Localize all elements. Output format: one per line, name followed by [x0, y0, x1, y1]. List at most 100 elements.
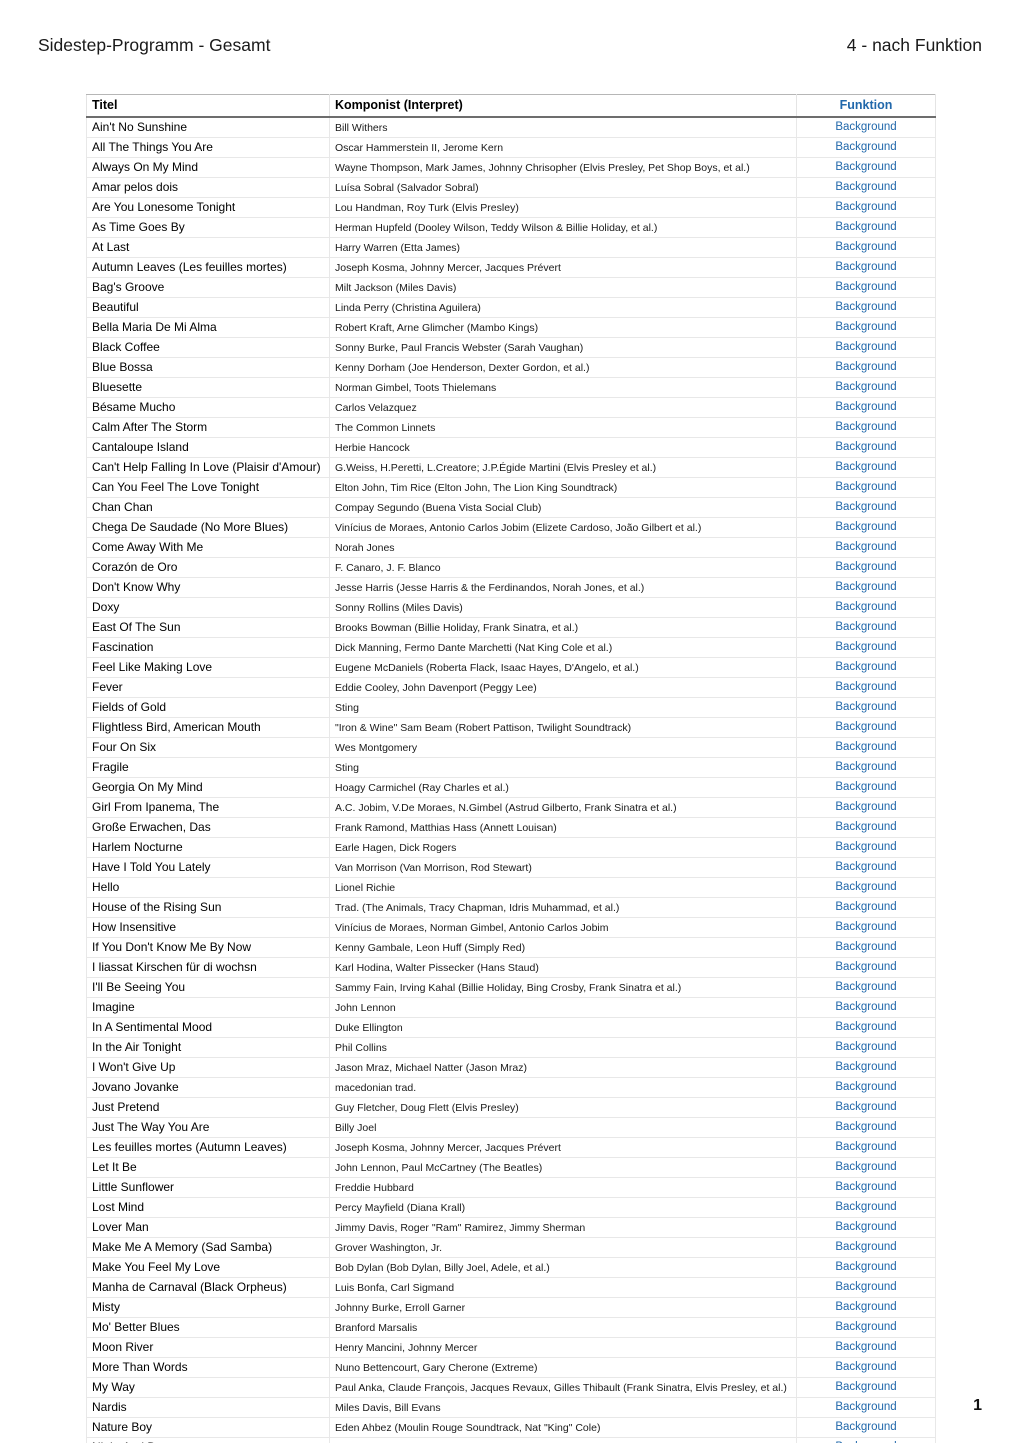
cell-funktion[interactable]: Background — [796, 1017, 936, 1038]
cell-funktion[interactable]: Background — [796, 937, 936, 958]
cell-funktion[interactable]: Background — [796, 237, 936, 258]
table-row[interactable]: Jovano Jovanke macedonian trad. Background — [86, 1077, 936, 1098]
table-row[interactable]: In A Sentimental Mood Duke Ellington Backg… — [86, 1017, 936, 1038]
table-row[interactable]: Misty Johnny Burke, Erroll Garner Backgrou… — [86, 1297, 936, 1318]
table-row[interactable]: How Insensitive Vinícius de Moraes, Norma… — [86, 917, 936, 938]
cell-funktion[interactable]: Background — [796, 817, 936, 838]
table-row[interactable]: Make You Feel My Love Bob Dylan (Bob Dyla… — [86, 1257, 936, 1278]
cell-funktion[interactable]: Background — [796, 777, 936, 798]
table-row[interactable]: Just Pretend Guy Fletcher, Doug Flett (El… — [86, 1097, 936, 1118]
column-header-komponist[interactable]: Komponist (Interpret) — [329, 94, 797, 118]
cell-funktion[interactable]: Background — [796, 197, 936, 218]
cell-funktion[interactable]: Background — [796, 857, 936, 878]
table-row[interactable]: Come Away With Me Norah Jones Background — [86, 537, 936, 558]
table-row[interactable]: All The Things You Are Oscar Hammerstein … — [86, 137, 936, 158]
cell-funktion[interactable]: Background — [796, 117, 936, 138]
table-row[interactable]: At Last Harry Warren (Etta James) Backgrou… — [86, 237, 936, 258]
table-row[interactable]: If You Don't Know Me By Now Kenny Gambale… — [86, 937, 936, 958]
cell-funktion[interactable]: Background — [796, 557, 936, 578]
cell-funktion[interactable]: Background — [796, 637, 936, 658]
cell-funktion[interactable]: Background — [796, 337, 936, 358]
table-row[interactable]: Girl From Ipanema, The A.C. Jobim, V.De M… — [86, 797, 936, 818]
cell-funktion[interactable]: Background — [796, 1397, 936, 1418]
table-row[interactable]: Calm After The Storm The Common Linnets Ba… — [86, 417, 936, 438]
table-row[interactable]: Can You Feel The Love Tonight Elton John,… — [86, 477, 936, 498]
table-row[interactable]: Große Erwachen, Das Frank Ramond, Matthia… — [86, 817, 936, 838]
cell-funktion[interactable]: Background — [796, 277, 936, 298]
cell-funktion[interactable]: Background — [796, 1257, 936, 1278]
cell-funktion[interactable]: Background — [796, 497, 936, 518]
table-row[interactable]: Chega De Saudade (No More Blues) Vinícius… — [86, 517, 936, 538]
cell-funktion[interactable]: Background — [796, 917, 936, 938]
cell-funktion[interactable]: Background — [796, 1157, 936, 1178]
cell-funktion[interactable]: Background — [796, 457, 936, 478]
cell-funktion[interactable]: Background — [796, 517, 936, 538]
table-row[interactable]: Make Me A Memory (Sad Samba) Grover Washi… — [86, 1237, 936, 1258]
table-row[interactable]: Cantaloupe Island Herbie Hancock Backgroun… — [86, 437, 936, 458]
cell-funktion[interactable]: Background — [796, 1337, 936, 1358]
column-header-funktion[interactable]: Funktion — [796, 94, 936, 118]
table-row[interactable]: Nardis Miles Davis, Bill Evans Background — [86, 1397, 936, 1418]
cell-funktion[interactable]: Background — [796, 1317, 936, 1338]
table-row[interactable]: Hello Lionel Richie Background — [86, 877, 936, 898]
cell-funktion[interactable]: Background — [796, 257, 936, 278]
cell-funktion[interactable]: Background — [796, 177, 936, 198]
table-row[interactable]: Night And DayCole PorterBackground — [86, 1437, 936, 1443]
cell-funktion[interactable]: Background — [796, 357, 936, 378]
table-row[interactable]: Are You Lonesome Tonight Lou Handman, Roy… — [86, 197, 936, 218]
table-row[interactable]: Black Coffee Sonny Burke, Paul Francis We… — [86, 337, 936, 358]
table-row[interactable]: Don't Know Why Jesse Harris (Jesse Harris… — [86, 577, 936, 598]
cell-funktion[interactable]: Background — [796, 437, 936, 458]
cell-funktion[interactable]: Background — [796, 1097, 936, 1118]
table-row[interactable]: I Won't Give Up Jason Mraz, Michael Natte… — [86, 1057, 936, 1078]
cell-funktion[interactable]: Background — [796, 397, 936, 418]
table-row[interactable]: Ain't No Sunshine Bill Withers Background — [86, 117, 936, 138]
cell-funktion[interactable]: Background — [796, 1417, 936, 1438]
cell-funktion[interactable]: Background — [796, 157, 936, 178]
cell-funktion[interactable]: Background — [796, 1377, 936, 1398]
table-row[interactable]: In the Air Tonight Phil Collins Background — [86, 1037, 936, 1058]
cell-funktion[interactable]: Background — [796, 1077, 936, 1098]
cell-funktion[interactable]: Background — [796, 717, 936, 738]
table-row[interactable]: Doxy Sonny Rollins (Miles Davis) Backgroun… — [86, 597, 936, 618]
table-row[interactable]: Corazón de Oro F. Canaro, J. F. Blanco Bac… — [86, 557, 936, 578]
cell-funktion[interactable]: Background — [796, 1037, 936, 1058]
table-row[interactable]: Amar pelos dois Luísa Sobral (Salvador So… — [86, 177, 936, 198]
cell-funktion[interactable]: Background — [796, 1297, 936, 1318]
cell-funktion[interactable]: Background — [796, 957, 936, 978]
table-row[interactable]: Bella Maria De Mi Alma Robert Kraft, Arne… — [86, 317, 936, 338]
cell-funktion[interactable]: Background — [796, 537, 936, 558]
table-row[interactable]: I'll Be Seeing You Sammy Fain, Irving Kah… — [86, 977, 936, 998]
table-row[interactable]: Let It Be John Lennon, Paul McCartney (Th… — [86, 1157, 936, 1178]
cell-funktion[interactable]: Background — [796, 1197, 936, 1218]
table-row[interactable]: Four On Six Wes Montgomery Background — [86, 737, 936, 758]
table-row[interactable]: Chan Chan Compay Segundo (Buena Vista Soc… — [86, 497, 936, 518]
table-row[interactable]: Bag's Groove Milt Jackson (Miles Davis) Ba… — [86, 277, 936, 298]
table-row[interactable]: Lost Mind Percy Mayfield (Diana Krall) Bac… — [86, 1197, 936, 1218]
table-row[interactable]: Fever Eddie Cooley, John Davenport (Peggy… — [86, 677, 936, 698]
cell-funktion[interactable]: Background — [796, 1237, 936, 1258]
table-row[interactable]: My Way Paul Anka, Claude François, Jacque… — [86, 1377, 936, 1398]
table-row[interactable]: Imagine John Lennon Background — [86, 997, 936, 1018]
cell-funktion[interactable]: Background — [796, 797, 936, 818]
table-row[interactable]: Beautiful Linda Perry (Christina Aguilera… — [86, 297, 936, 318]
table-row[interactable]: I liassat Kirschen für di wochsn Karl Hod… — [86, 957, 936, 978]
table-row[interactable]: Les feuilles mortes (Autumn Leaves) Josep… — [86, 1137, 936, 1158]
cell-funktion[interactable]: Background — [796, 477, 936, 498]
table-row[interactable]: Harlem Nocturne Earle Hagen, Dick Rogers B… — [86, 837, 936, 858]
cell-funktion[interactable]: Background — [796, 1437, 936, 1443]
table-row[interactable]: Lover Man Jimmy Davis, Roger "Ram" Ramire… — [86, 1217, 936, 1238]
cell-funktion[interactable]: Background — [796, 977, 936, 998]
cell-funktion[interactable]: Background — [796, 297, 936, 318]
cell-funktion[interactable]: Background — [796, 1057, 936, 1078]
cell-funktion[interactable]: Background — [796, 217, 936, 238]
column-header-titel[interactable]: Titel — [86, 94, 330, 118]
cell-funktion[interactable]: Background — [796, 597, 936, 618]
cell-funktion[interactable]: Background — [796, 417, 936, 438]
cell-funktion[interactable]: Background — [796, 877, 936, 898]
cell-funktion[interactable]: Background — [796, 1117, 936, 1138]
table-row[interactable]: Feel Like Making Love Eugene McDaniels (R… — [86, 657, 936, 678]
cell-funktion[interactable]: Background — [796, 377, 936, 398]
cell-funktion[interactable]: Background — [796, 317, 936, 338]
cell-funktion[interactable]: Background — [796, 577, 936, 598]
